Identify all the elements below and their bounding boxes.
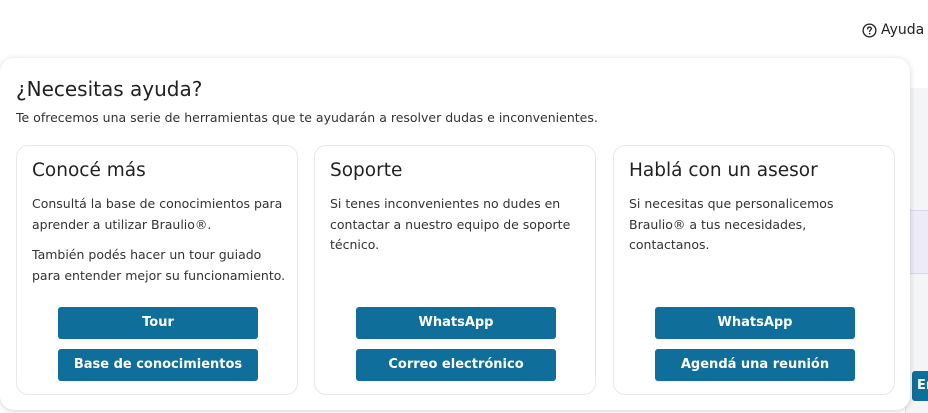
popover-title: ¿Necesitas ayuda? <box>16 77 203 101</box>
card-learn-more: Conocé más Consultá la base de conocimie… <box>16 145 298 395</box>
background-partial-button[interactable]: En <box>912 371 928 401</box>
card-title: Hablá con un asesor <box>629 160 818 181</box>
card-text: Si necesitas que personalicemos Braulio®… <box>629 196 834 252</box>
background-highlight <box>910 210 928 274</box>
card-support: Soporte Si tenes inconvenientes no dudes… <box>314 145 596 395</box>
card-title: Soporte <box>330 160 403 181</box>
help-label: Ayuda <box>881 22 925 38</box>
help-link[interactable]: Ayuda <box>862 20 924 40</box>
email-button[interactable]: Correo electrónico <box>356 349 556 381</box>
popover-subtitle: Te ofrecemos una serie de herramientas q… <box>16 110 598 125</box>
card-advisor: Hablá con un asesor Si necesitas que per… <box>613 145 895 395</box>
support-whatsapp-button[interactable]: WhatsApp <box>356 307 556 339</box>
schedule-meeting-button[interactable]: Agendá una reunión <box>655 349 855 381</box>
card-text: Consultá la base de conocimientos para a… <box>32 196 283 232</box>
card-text: Si tenes inconvenientes no dudes en cont… <box>330 196 571 252</box>
card-text: También podés hacer un tour guiado para … <box>32 247 286 283</box>
card-title: Conocé más <box>32 160 146 181</box>
knowledge-base-button[interactable]: Base de conocimientos <box>58 349 258 381</box>
advisor-whatsapp-button[interactable]: WhatsApp <box>655 307 855 339</box>
tour-button[interactable]: Tour <box>58 307 258 339</box>
question-circle-icon <box>862 22 877 38</box>
